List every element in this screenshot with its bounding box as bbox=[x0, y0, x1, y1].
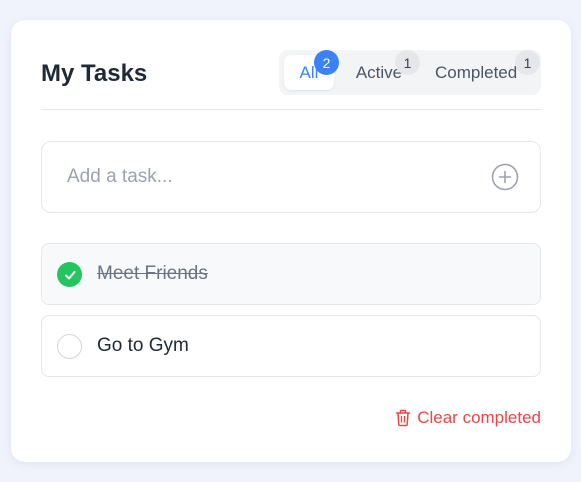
plus-circle-icon[interactable] bbox=[491, 163, 519, 191]
todo-card: My Tasks All Active Completed 2 1 1 Meet… bbox=[11, 20, 571, 462]
task-item: Go to Gym bbox=[41, 315, 541, 377]
task-text: Meet Friends bbox=[97, 263, 208, 284]
task-item: Meet Friends bbox=[41, 243, 541, 305]
filter-tabs: All Active Completed 2 1 1 bbox=[279, 50, 541, 95]
trash-icon bbox=[395, 409, 411, 427]
add-task-box bbox=[41, 141, 541, 213]
clear-completed-label: Clear completed bbox=[417, 408, 541, 427]
tab-all-count-badge: 2 bbox=[314, 50, 339, 75]
tab-completed-count-badge: 1 bbox=[515, 50, 540, 75]
task-text: Go to Gym bbox=[97, 335, 189, 356]
add-task-input[interactable] bbox=[42, 142, 482, 212]
tab-active-count-badge: 1 bbox=[395, 50, 420, 75]
header-divider bbox=[41, 109, 541, 110]
task-checkbox-unchecked[interactable] bbox=[57, 334, 82, 359]
clear-completed-button[interactable]: Clear completed bbox=[395, 408, 541, 428]
page-title: My Tasks bbox=[41, 60, 148, 87]
task-checkbox-checked[interactable] bbox=[57, 262, 82, 287]
checkmark-icon bbox=[64, 270, 75, 279]
